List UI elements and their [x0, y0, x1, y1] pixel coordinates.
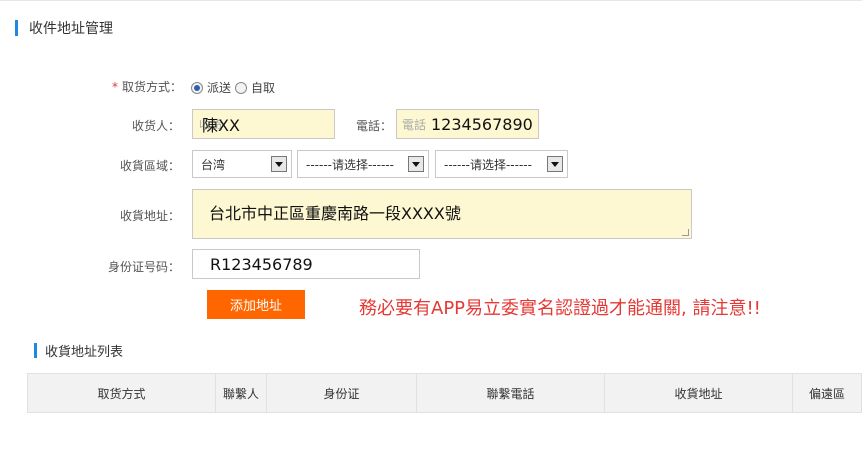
region-city-value: ------请选择------ — [306, 157, 394, 172]
column-header: 身份证 — [267, 374, 417, 412]
page-title-text: 收件地址管理 — [29, 21, 113, 37]
receiver-label: 收货人： — [131, 119, 180, 133]
radio-delivery-label[interactable]: 派送 — [207, 79, 231, 96]
delivery-options: 派送 自取 — [191, 79, 279, 96]
address-textarea[interactable]: 台北市中正區重慶南路一段XXXX號 — [192, 189, 692, 239]
required-mark: * — [111, 80, 118, 94]
list-title: 收貨地址列表 — [34, 340, 123, 360]
phone-input[interactable]: 電話 1234567890 — [396, 109, 539, 139]
phone-placeholder: 電話 — [402, 117, 427, 132]
list-accent-bar — [34, 342, 37, 358]
list-title-text: 收貨地址列表 — [45, 344, 124, 360]
resize-handle-icon[interactable] — [682, 229, 689, 236]
page-title: 收件地址管理 — [15, 18, 113, 38]
table-header: 取货方式 聯繫人 身份证 聯繫電話 收貨地址 偏遠區 — [27, 373, 862, 413]
column-header: 取货方式 — [28, 374, 216, 412]
radio-pickup-label[interactable]: 自取 — [251, 79, 275, 96]
address-label: 收貨地址： — [119, 209, 180, 223]
address-value: 台北市中正區重慶南路一段XXXX號 — [209, 204, 461, 223]
notice-text: 務必要有APP易立委實名認證過才能通關, 請注意!! — [359, 298, 761, 319]
column-header: 收貨地址 — [605, 374, 793, 412]
id-input[interactable]: R123456789 — [192, 249, 420, 279]
region-country-value: 台湾 — [201, 157, 226, 172]
delivery-label-text: 取货方式： — [121, 80, 182, 94]
chevron-down-icon — [408, 156, 424, 172]
chevron-down-icon — [271, 156, 287, 172]
region-label: 收貨區域： — [119, 159, 180, 173]
phone-label: 電話： — [355, 119, 392, 133]
phone-value: 1234567890 — [431, 114, 533, 134]
id-label: 身份证号码： — [107, 260, 180, 274]
region-country-select[interactable]: 台湾 — [192, 150, 292, 178]
chevron-down-icon — [547, 156, 563, 172]
column-header: 偏遠區 — [808, 386, 845, 401]
region-district-value: ------请选择------ — [444, 157, 532, 172]
title-accent-bar — [15, 20, 18, 36]
radio-pickup[interactable] — [235, 81, 248, 94]
radio-delivery[interactable] — [191, 81, 203, 94]
add-address-button[interactable]: 添加地址 — [207, 290, 305, 319]
delivery-label: * 取货方式： — [62, 78, 182, 95]
receiver-value: 陳XX — [202, 116, 240, 135]
column-header: 聯繫電話 — [417, 374, 605, 412]
region-district-select[interactable]: ------请选择------ — [435, 150, 568, 178]
column-header: 聯繫人 — [216, 374, 267, 412]
id-value: R123456789 — [210, 254, 313, 274]
top-divider — [0, 0, 862, 1]
region-city-select[interactable]: ------请选择------ — [297, 150, 429, 178]
